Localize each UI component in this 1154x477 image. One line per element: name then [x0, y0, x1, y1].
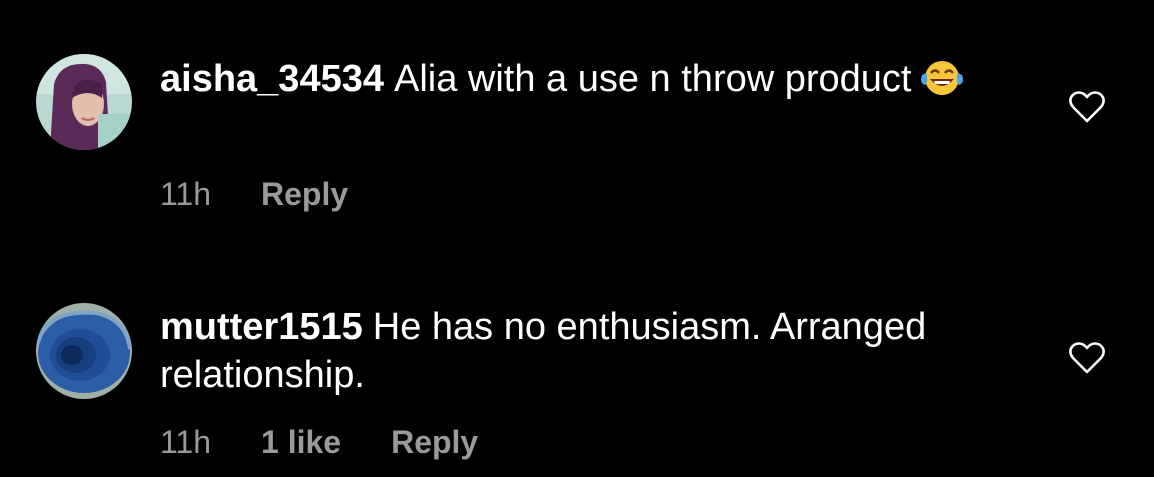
heart-outline-icon[interactable]: [1068, 341, 1106, 375]
comment-time: 11h: [160, 424, 212, 460]
comment-item: mutter1515 He has no enthusiasm. Arranged…: [0, 0, 1154, 477]
comment-text: mutter1515 He has no enthusiasm. Arranged…: [160, 303, 1000, 399]
likes-count[interactable]: 1 like: [261, 422, 341, 462]
reply-button[interactable]: Reply: [391, 422, 478, 462]
comment-username[interactable]: mutter1515: [160, 306, 363, 348]
comment-meta: 11h 1 like Reply: [160, 422, 478, 462]
avatar[interactable]: [36, 303, 132, 399]
